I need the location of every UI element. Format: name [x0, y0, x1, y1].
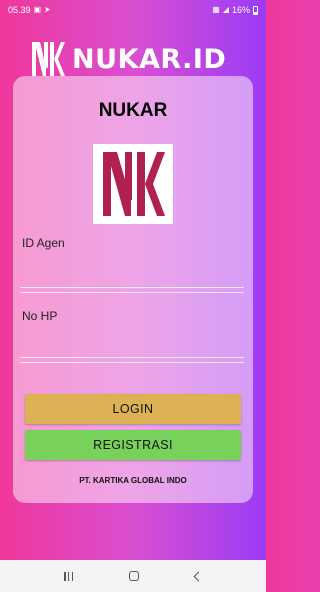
recent-apps-icon[interactable] [64, 571, 73, 581]
nk-logo-large-icon [93, 144, 173, 224]
card-title: NUKAR [98, 100, 168, 121]
network-icon: ▦ [212, 5, 220, 14]
back-icon[interactable] [193, 571, 204, 581]
status-time: 05.39 [8, 5, 31, 15]
company-name: PT. KARTIKA GLOBAL INDO [79, 476, 187, 485]
brand-name: NUKAR.ID [72, 43, 227, 75]
signal-icon: ◢ [222, 5, 229, 14]
no-hp-divider [20, 362, 244, 363]
no-hp-label: No HP [22, 309, 58, 323]
home-icon[interactable] [129, 571, 139, 581]
login-button[interactable]: LOGIN [25, 394, 241, 424]
battery-percent: 16% [231, 5, 250, 15]
no-hp-input[interactable] [20, 334, 244, 358]
battery-icon [253, 5, 258, 15]
register-button[interactable]: REGISTRASI [25, 430, 241, 460]
status-left: 05.39 ▣ ➤ [8, 5, 51, 15]
notification-icon: ▣ [33, 5, 42, 14]
login-card: NUKAR ID Agen No HP LOGIN REGISTRASI PT.… [13, 76, 253, 503]
status-bar: 05.39 ▣ ➤ ▦ ◢ 16% [0, 0, 266, 20]
id-agen-label: ID Agen [22, 236, 65, 250]
nk-logo-icon [30, 40, 66, 78]
id-agen-divider [20, 292, 244, 293]
status-right: ▦ ◢ 16% [212, 5, 258, 15]
id-agen-input[interactable] [20, 264, 244, 288]
send-icon: ➤ [44, 5, 51, 14]
brand-header: NUKAR.ID [30, 40, 226, 78]
navigation-bar [0, 560, 266, 592]
